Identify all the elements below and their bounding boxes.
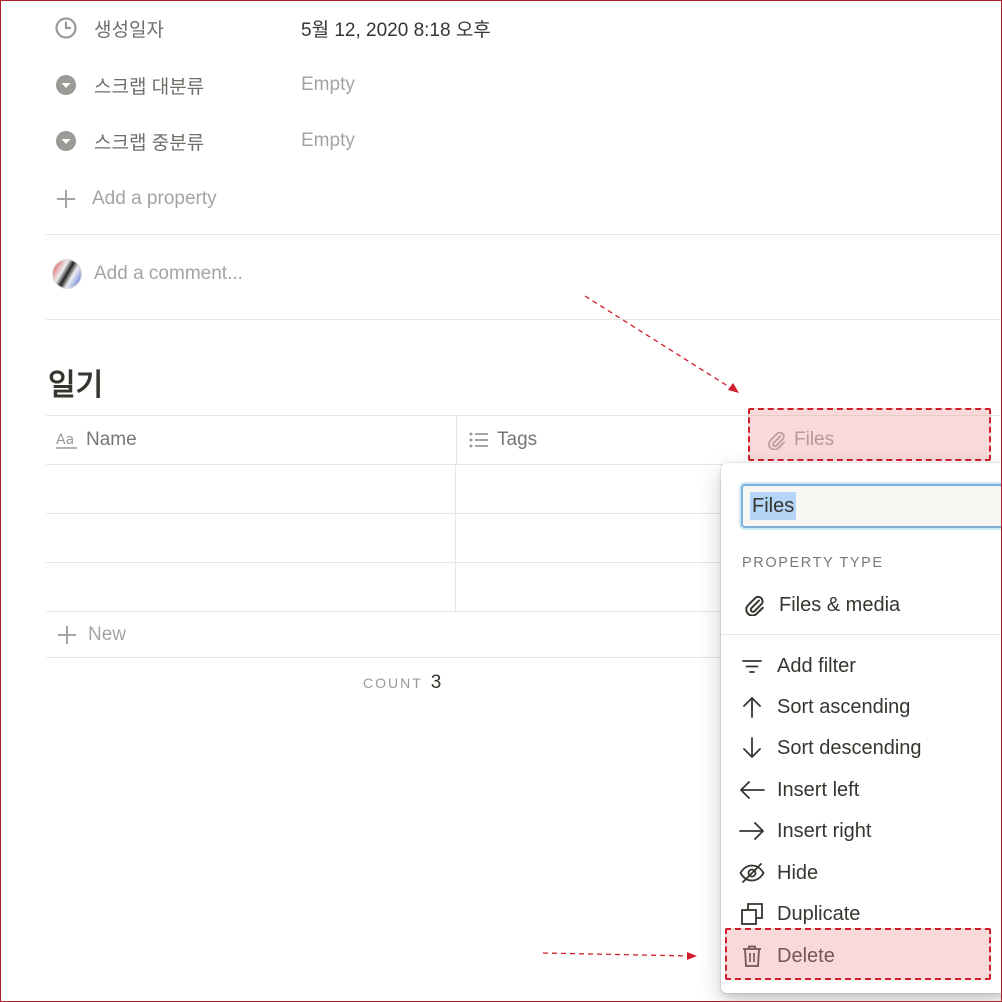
annotation-highlight-delete <box>725 928 991 980</box>
annotation-arrows <box>542 295 739 960</box>
